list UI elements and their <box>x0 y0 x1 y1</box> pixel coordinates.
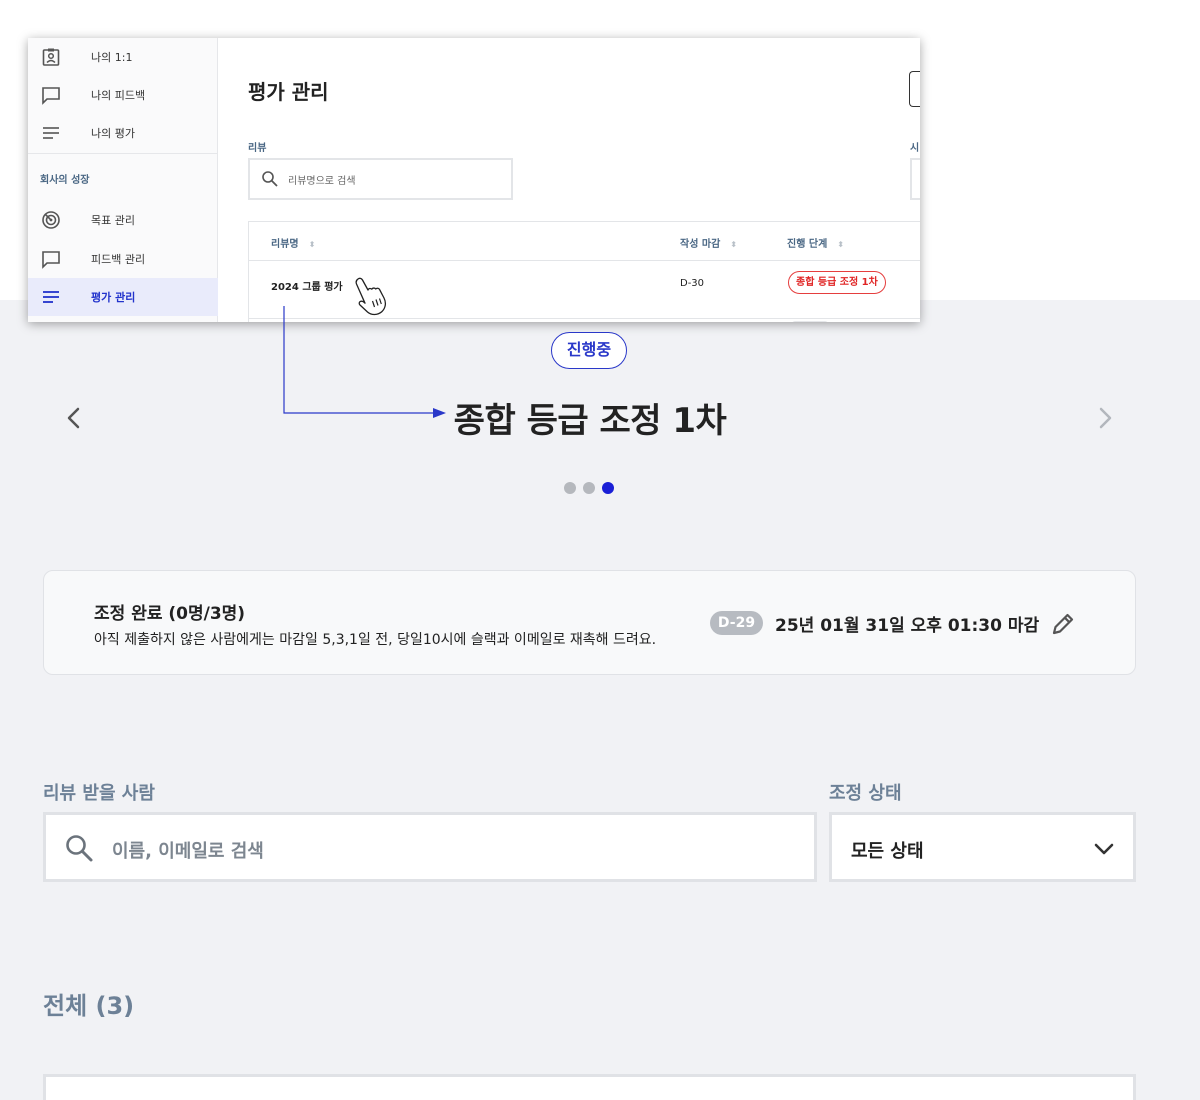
inset-main: 평가 관리 리뷰 시 리뷰명으로 검색 리뷰명 ⬍ 작성 마감 ⬍ 진행 단계 ⬍ 2… <box>218 38 920 322</box>
speech-bubble-icon <box>42 87 60 105</box>
sidebar-item-label: 나의 피드백 <box>91 89 146 102</box>
column-header-stage[interactable]: 진행 단계 ⬍ <box>787 235 844 250</box>
review-table: 리뷰명 ⬍ 작성 마감 ⬍ 진행 단계 ⬍ 2024 그룹 평가 D-30 종합 등급… <box>248 221 920 322</box>
reviewee-search-input[interactable]: 이름, 이메일로 검색 <box>43 812 817 882</box>
search-placeholder: 리뷰명으로 검색 <box>288 176 356 187</box>
period-input[interactable] <box>910 158 920 200</box>
deadline-text: 25년 01월 31일 오후 01:30 마감 <box>775 616 1040 636</box>
sidebar-item-review-manage[interactable]: 평가 관리 <box>28 278 218 316</box>
total-count-heading: 전체 (3) <box>43 992 135 1020</box>
sidebar-section-title: 회사의 성장 <box>40 175 90 186</box>
target-icon <box>42 211 60 229</box>
carousel-dot[interactable] <box>583 482 595 494</box>
stage-badge: 종합 등급 조정 1차 <box>788 271 886 294</box>
sort-icon: ⬍ <box>308 240 316 249</box>
sidebar-item-my-1on1[interactable]: 나의 1:1 <box>28 38 218 76</box>
sidebar-item-my-feedback[interactable]: 나의 피드백 <box>28 76 218 114</box>
carousel-dot[interactable] <box>564 482 576 494</box>
review-name-cell[interactable]: 2024 그룹 평가 <box>271 278 343 293</box>
search-icon <box>262 171 278 187</box>
review-field-label: 리뷰 <box>248 143 267 154</box>
list-lines-icon <box>43 127 59 139</box>
row-divider <box>249 318 920 319</box>
status-badge: 진행중 <box>551 332 627 369</box>
sort-icon: ⬍ <box>730 240 737 249</box>
pencil-edit-icon[interactable] <box>1048 609 1078 639</box>
adjustment-info-card: 조정 완료 (0명/3명) 아직 제출하지 않은 사람에게는 마감일 5,3,1… <box>43 570 1136 675</box>
sort-icon: ⬍ <box>837 240 844 249</box>
top-action-button[interactable] <box>909 71 920 107</box>
sidebar-item-label: 나의 1:1 <box>91 51 133 64</box>
sidebar-item-label: 피드백 관리 <box>91 253 146 266</box>
next-row-badge <box>792 321 828 322</box>
chevron-left-icon[interactable] <box>60 404 88 432</box>
sidebar: 나의 1:1 나의 피드백 나의 평가 회사의 성장 목표 관리 피드백 관리 … <box>28 38 218 322</box>
hand-pointer-icon <box>355 277 387 316</box>
search-icon <box>66 835 93 862</box>
contact-card-icon <box>42 48 60 66</box>
search-placeholder: 이름, 이메일로 검색 <box>112 841 264 862</box>
page-title: 평가 관리 <box>248 80 329 104</box>
stage-title: 종합 등급 조정 1차 <box>453 401 727 441</box>
sidebar-divider <box>28 153 218 154</box>
list-lines-icon <box>43 291 59 303</box>
sidebar-item-goals[interactable]: 목표 관리 <box>28 201 218 239</box>
carousel-dots <box>563 482 623 494</box>
status-select[interactable]: 모든 상태 <box>829 812 1136 882</box>
dday-badge: D-29 <box>710 611 763 635</box>
status-filter-label: 조정 상태 <box>829 783 902 804</box>
status-select-value: 모든 상태 <box>851 841 924 862</box>
sidebar-item-label: 나의 평가 <box>91 127 135 140</box>
table-header: 리뷰명 ⬍ 작성 마감 ⬍ 진행 단계 ⬍ <box>249 222 920 261</box>
sidebar-item-label: 목표 관리 <box>91 214 135 227</box>
reviewee-list-card <box>43 1074 1136 1100</box>
column-header-name[interactable]: 리뷰명 ⬍ <box>271 235 316 250</box>
sidebar-item-my-review[interactable]: 나의 평가 <box>28 114 218 152</box>
completion-count: 조정 완료 (0명/3명) <box>94 604 246 624</box>
chevron-down-icon <box>1094 843 1114 855</box>
speech-bubble-icon <box>42 251 60 269</box>
carousel-dot-active[interactable] <box>602 482 614 494</box>
reviewee-label: 리뷰 받을 사람 <box>43 783 155 804</box>
reminder-description: 아직 제출하지 않은 사람에게는 마감일 5,3,1일 전, 당일10시에 슬랙… <box>94 632 657 648</box>
period-field-label: 시 <box>910 143 920 154</box>
review-deadline-cell: D-30 <box>680 278 705 289</box>
review-list-screenshot: 나의 1:1 나의 피드백 나의 평가 회사의 성장 목표 관리 피드백 관리 … <box>28 38 920 322</box>
sidebar-item-label: 평가 관리 <box>91 291 136 304</box>
chevron-right-icon[interactable] <box>1091 404 1119 432</box>
sidebar-item-feedback-manage[interactable]: 피드백 관리 <box>28 240 218 278</box>
column-header-deadline[interactable]: 작성 마감 ⬍ <box>680 235 737 250</box>
review-search-input[interactable]: 리뷰명으로 검색 <box>248 158 513 200</box>
